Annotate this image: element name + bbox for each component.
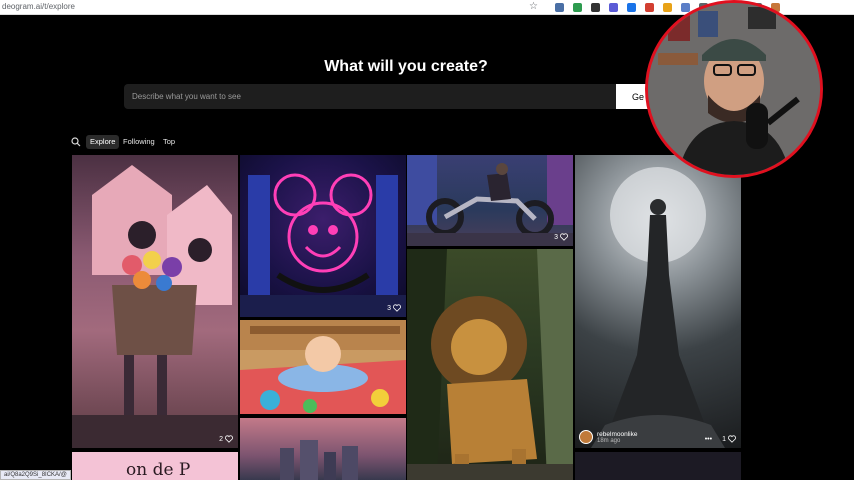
like-count-value: 2 [219, 435, 223, 443]
baby-image [240, 320, 406, 414]
image-tile-baby[interactable] [240, 320, 406, 414]
image-tile-motorcycle[interactable]: 3 [407, 155, 573, 246]
pink-city-image [280, 440, 358, 480]
url-text[interactable]: deogram.ai/t/explore [2, 2, 75, 11]
post-time: 18m ago [597, 437, 621, 444]
browser-extension-icon[interactable] [591, 3, 600, 12]
browser-extension-icon[interactable] [627, 3, 636, 12]
search-icon[interactable] [71, 137, 81, 147]
like-count-value: 3 [554, 233, 558, 241]
image-tile-storybook-house[interactable]: 2 [72, 155, 238, 448]
webcam-overlay [645, 0, 823, 178]
like-count[interactable]: 2 [219, 435, 233, 443]
browser-extension-icon[interactable] [681, 3, 690, 12]
image-tile-neon-mouse[interactable]: 3 [240, 155, 406, 317]
browser-extension-icon[interactable] [663, 3, 672, 12]
image-tile-pink-city[interactable] [240, 418, 406, 480]
heart-icon[interactable] [393, 304, 401, 312]
heart-icon[interactable] [728, 435, 736, 443]
like-count-value: 1 [722, 435, 726, 443]
browser-extension-icon[interactable] [555, 3, 564, 12]
storybook-house-image [72, 165, 238, 448]
author-name[interactable]: rebelmoonlike [597, 431, 637, 438]
browser-extension-icon[interactable] [645, 3, 654, 12]
more-options-icon[interactable]: ••• [705, 436, 712, 443]
prompt-placeholder: Describe what you want to see [132, 92, 241, 101]
tab-top[interactable]: Top [159, 135, 179, 149]
heart-icon[interactable] [560, 233, 568, 241]
pink-card-text: on de P [126, 460, 191, 480]
webcam-person-image [648, 3, 820, 175]
like-count[interactable]: 3 [554, 233, 568, 241]
tab-following[interactable]: Following [119, 135, 159, 149]
image-tile-pink-text[interactable]: on de P [72, 452, 238, 480]
neon-mouse-image [240, 173, 406, 317]
woman-moon-image [591, 167, 725, 448]
lion-image [407, 249, 573, 480]
motorcycle-image [407, 155, 573, 246]
like-count-value: 3 [387, 304, 391, 312]
like-count[interactable]: ••• 1 [705, 435, 736, 443]
image-tile-lion[interactable] [407, 249, 573, 480]
image-tile-woman-moon[interactable]: rebelmoonlike 18m ago ••• 1 [575, 155, 741, 448]
image-tile-dark[interactable] [575, 452, 741, 480]
avatar[interactable] [579, 430, 593, 444]
heart-icon[interactable] [225, 435, 233, 443]
author-row[interactable]: rebelmoonlike 18m ago [579, 430, 637, 444]
tab-explore[interactable]: Explore [86, 135, 120, 149]
browser-extension-icon[interactable] [609, 3, 618, 12]
like-count[interactable]: 3 [387, 304, 401, 312]
bookmark-star-icon[interactable]: ☆ [529, 1, 538, 13]
browser-extension-icon[interactable] [573, 3, 582, 12]
status-bar-url: ai/Q8a2Q9Si_8ICKA/@ [0, 470, 71, 480]
prompt-input[interactable]: Describe what you want to see [124, 84, 616, 109]
